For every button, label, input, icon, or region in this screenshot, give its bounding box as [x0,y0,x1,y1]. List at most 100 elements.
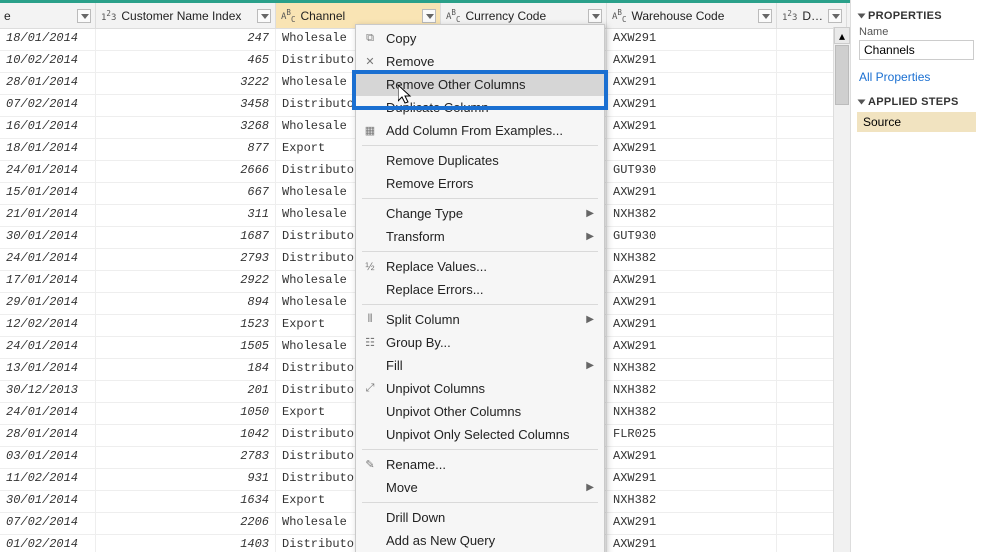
cell-warehouse: AXW291 [607,51,777,72]
menu-item-icon: ⤢ [360,382,380,395]
menu-item-label: Duplicate Column [386,100,489,115]
column-header-warehouse-code[interactable]: ABCWarehouse Code [607,3,777,28]
scroll-up-button[interactable]: ▴ [834,27,850,44]
cell-date: 30/01/2014 [0,227,96,248]
cell-customer-index: 311 [96,205,276,226]
applied-steps-header[interactable]: APPLIED STEPS [859,96,974,108]
submenu-arrow-icon: ▶ [586,231,594,242]
vertical-scrollbar[interactable]: ▴ [833,27,850,552]
all-properties-link[interactable]: All Properties [859,70,974,84]
column-header-customer-name-index[interactable]: 123Customer Name Index [96,3,276,28]
filter-dropdown-icon[interactable] [828,9,842,23]
menu-item-remove-duplicates[interactable]: Remove Duplicates [356,149,604,172]
cell-customer-index: 3222 [96,73,276,94]
menu-item-icon: ½ [360,261,380,273]
menu-item-label: Remove [386,54,434,69]
cell-date: 13/01/2014 [0,359,96,380]
menu-item-label: Unpivot Other Columns [386,404,521,419]
menu-item-remove[interactable]: ✕ Remove [356,50,604,73]
cell-warehouse: AXW291 [607,95,777,116]
menu-item-rename[interactable]: ✎Rename... [356,453,604,476]
cell-customer-index: 2922 [96,271,276,292]
cell-date: 24/01/2014 [0,403,96,424]
filter-dropdown-icon[interactable] [588,9,602,23]
cell-date: 24/01/2014 [0,249,96,270]
cell-customer-index: 877 [96,139,276,160]
menu-item-unpivot-other-columns[interactable]: Unpivot Other Columns [356,400,604,423]
cell-warehouse: AXW291 [607,293,777,314]
scroll-thumb[interactable] [835,45,849,105]
menu-item-add-column-from-examples[interactable]: ▦Add Column From Examples... [356,119,604,142]
cell-warehouse: FLR025 [607,425,777,446]
cell-date: 07/02/2014 [0,513,96,534]
query-name-input[interactable] [859,40,974,60]
column-header-deliver[interactable]: 123Deliver [777,3,847,28]
cell-customer-index: 2783 [96,447,276,468]
menu-item-group-by[interactable]: ☷Group By... [356,331,604,354]
filter-dropdown-icon[interactable] [758,9,772,23]
menu-item-change-type[interactable]: Change Type▶ [356,202,604,225]
cell-customer-index: 667 [96,183,276,204]
cell-customer-index: 201 [96,381,276,402]
cell-warehouse: AXW291 [607,535,777,552]
applied-step-source[interactable]: Source [857,112,976,132]
menu-item-icon: ▦ [360,124,380,137]
data-grid-area: e123Customer Name IndexABCChannelABCCurr… [0,0,850,552]
menu-item-label: Move [386,480,418,495]
menu-item-label: Remove Other Columns [386,77,525,92]
menu-item-label: Drill Down [386,510,445,525]
menu-item-add-as-new-query[interactable]: Add as New Query [356,529,604,552]
cell-warehouse: NXH382 [607,249,777,270]
filter-dropdown-icon[interactable] [77,9,91,23]
properties-section-header[interactable]: PROPERTIES [859,10,974,22]
menu-item-replace-values[interactable]: ½Replace Values... [356,255,604,278]
menu-item-remove-errors[interactable]: Remove Errors [356,172,604,195]
menu-item-split-column[interactable]: ⫴Split Column▶ [356,308,604,331]
cell-customer-index: 1403 [96,535,276,552]
filter-dropdown-icon[interactable] [422,9,436,23]
cell-warehouse: AXW291 [607,513,777,534]
cell-customer-index: 465 [96,51,276,72]
menu-item-label: Group By... [386,335,451,350]
menu-item-unpivot-only-selected-columns[interactable]: Unpivot Only Selected Columns [356,423,604,446]
menu-item-transform[interactable]: Transform▶ [356,225,604,248]
cell-date: 18/01/2014 [0,139,96,160]
cell-customer-index: 894 [96,293,276,314]
filter-dropdown-icon[interactable] [257,9,271,23]
cell-customer-index: 247 [96,29,276,50]
submenu-arrow-icon: ▶ [586,360,594,371]
menu-item-copy[interactable]: ⧉Copy [356,27,604,50]
menu-item-icon: ✎ [360,458,380,471]
menu-item-duplicate-column[interactable]: Duplicate Column [356,96,604,119]
datatype-icon: 123 [781,9,798,23]
cell-customer-index: 3458 [96,95,276,116]
menu-item-replace-errors[interactable]: Replace Errors... [356,278,604,301]
column-header-e[interactable]: e [0,3,96,28]
menu-item-fill[interactable]: Fill▶ [356,354,604,377]
cell-date: 28/01/2014 [0,425,96,446]
menu-item-icon: ⧉ [360,32,380,45]
cell-date: 28/01/2014 [0,73,96,94]
menu-item-remove-other-columns[interactable]: Remove Other Columns [356,73,604,96]
cell-warehouse: AXW291 [607,183,777,204]
cell-warehouse: GUT930 [607,227,777,248]
cell-date: 30/01/2014 [0,491,96,512]
menu-separator [362,145,598,146]
cell-warehouse: AXW291 [607,73,777,94]
menu-item-label: Remove Duplicates [386,153,499,168]
cell-warehouse: AXW291 [607,315,777,336]
cell-customer-index: 2666 [96,161,276,182]
cell-customer-index: 1523 [96,315,276,336]
menu-item-drill-down[interactable]: Drill Down [356,506,604,529]
menu-item-icon: ✕ [360,55,380,68]
cell-date: 30/12/2013 [0,381,96,402]
cell-warehouse: NXH382 [607,381,777,402]
name-label: Name [859,26,974,38]
cell-date: 01/02/2014 [0,535,96,552]
menu-item-move[interactable]: Move▶ [356,476,604,499]
datatype-icon: 123 [100,9,117,23]
submenu-arrow-icon: ▶ [586,208,594,219]
datatype-icon: ABC [445,8,461,24]
menu-item-unpivot-columns[interactable]: ⤢Unpivot Columns [356,377,604,400]
menu-separator [362,502,598,503]
